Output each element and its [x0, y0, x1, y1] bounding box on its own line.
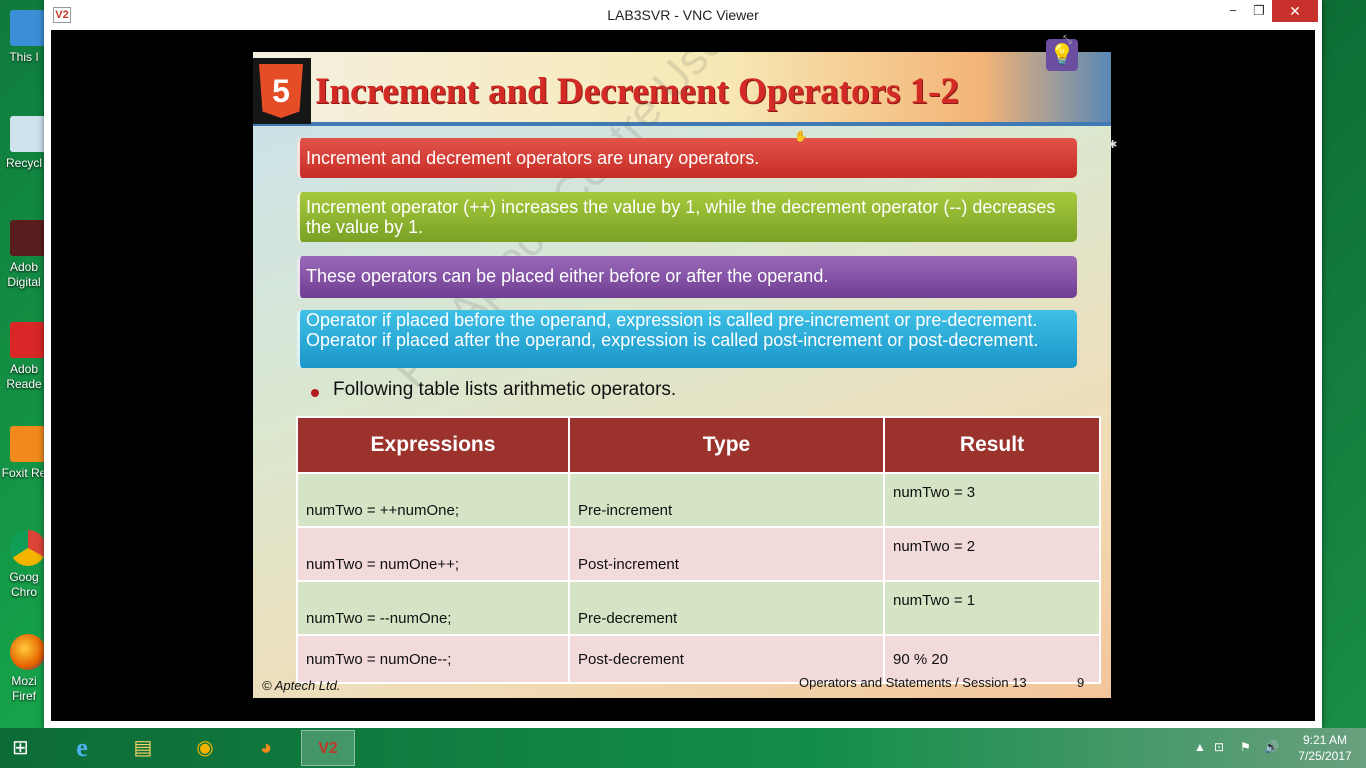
desktop-icon-adobe-digital[interactable]: Adob Digital — [0, 220, 48, 290]
desktop-icon-label: This I — [9, 50, 39, 64]
cell-result: numTwo = 3 — [883, 472, 1101, 528]
note-pre-post: Operator if placed before the operand, e… — [297, 310, 1077, 368]
recycle-bin-icon — [10, 116, 46, 152]
html5-shield-icon: 5 — [259, 64, 303, 118]
internet-explorer-icon[interactable]: e — [55, 730, 109, 766]
computer-icon — [10, 10, 46, 46]
hand-cursor-icon: ✋ — [794, 131, 808, 143]
page-number: 9 — [1077, 675, 1085, 690]
desktop-icon-adobe-reader[interactable]: Adob Reade — [0, 322, 48, 392]
windows-start-button[interactable]: ⊞ — [12, 737, 38, 759]
cell-expression: numTwo = numOne--; — [296, 634, 570, 684]
desktop-icon-this-pc[interactable]: This I — [0, 10, 48, 65]
table-header-row: Expressions Type Result — [296, 416, 1101, 474]
minimize-button[interactable]: − — [1220, 0, 1246, 22]
cell-type: Post-increment — [568, 526, 885, 582]
note-unary: Increment and decrement operators are un… — [297, 138, 1077, 178]
network-icon[interactable]: ⊡ — [1214, 740, 1224, 754]
desktop-icon-label: Foxit Re — [1, 466, 47, 480]
google-chrome-icon — [10, 530, 46, 566]
desktop-icon-label: Goog Chro — [9, 570, 39, 599]
desktop-icon-chrome[interactable]: Goog Chro — [0, 530, 48, 600]
operators-table: Expressions Type Result numTwo = ++numOn… — [296, 416, 1101, 684]
table-row: numTwo = --numOne; Pre-decrement numTwo … — [296, 580, 1101, 636]
note-increase-decrease: Increment operator (++) increases the va… — [297, 192, 1077, 242]
cell-result: numTwo = 2 — [883, 526, 1101, 582]
header-divider — [253, 122, 1111, 126]
note-placement: These operators can be placed either bef… — [297, 256, 1077, 298]
maximize-button[interactable]: ❐ — [1246, 0, 1272, 22]
remote-desktop-viewport[interactable]: 5 Increment and Decrement Operators 1-2 … — [51, 30, 1315, 721]
desktop-icon-recycle-bin[interactable]: Recycl — [0, 116, 48, 171]
table-row: numTwo = ++numOne; Pre-increment numTwo … — [296, 472, 1101, 528]
presentation-slide: 5 Increment and Decrement Operators 1-2 … — [253, 52, 1111, 698]
window-titlebar[interactable]: V2 LAB3SVR - VNC Viewer − ❐ ✕ — [44, 0, 1322, 30]
cell-result: numTwo = 1 — [883, 580, 1101, 636]
action-center-flag-icon[interactable]: ⚑ — [1240, 740, 1251, 754]
header-result: Result — [883, 416, 1101, 474]
cell-type: Pre-increment — [568, 472, 885, 528]
bullet-icon — [311, 389, 319, 397]
header-type: Type — [568, 416, 885, 474]
cell-type: Pre-decrement — [568, 580, 885, 636]
file-explorer-icon[interactable]: ▤ — [116, 730, 170, 766]
lightbulb-icon[interactable]: 💡 — [1046, 39, 1078, 71]
adobe-digital-editions-icon — [10, 220, 46, 256]
window-title: LAB3SVR - VNC Viewer — [607, 7, 759, 23]
volume-icon[interactable]: 🔊 — [1264, 740, 1279, 754]
close-button[interactable]: ✕ — [1272, 0, 1318, 22]
system-clock[interactable]: 9:21 AM 7/25/2017 — [1294, 732, 1356, 764]
slide-title: Increment and Decrement Operators 1-2 — [315, 71, 959, 112]
desktop-icon-foxit[interactable]: Foxit Re — [0, 426, 48, 481]
cursor-icon: ✱ — [1108, 139, 1118, 151]
show-hidden-icons-icon[interactable]: ▲ — [1194, 740, 1206, 754]
cell-expression: numTwo = ++numOne; — [296, 472, 570, 528]
desktop-icon-label: Adob Digital — [7, 260, 41, 289]
firefox-icon[interactable]: ◕ — [239, 730, 293, 766]
cell-expression: numTwo = --numOne; — [296, 580, 570, 636]
html5-logo: 5 — [253, 58, 311, 124]
vnc-viewer-window: V2 LAB3SVR - VNC Viewer − ❐ ✕ 5 Incremen… — [44, 0, 1322, 728]
cell-expression: numTwo = numOne++; — [296, 526, 570, 582]
table-row: numTwo = numOne++; Post-increment numTwo… — [296, 526, 1101, 582]
firefox-icon — [10, 634, 46, 670]
header-expressions: Expressions — [296, 416, 570, 474]
desktop-icon-firefox[interactable]: Mozi Firef — [0, 634, 48, 704]
collapse-icon[interactable]: ⤡ — [1063, 34, 1072, 47]
adobe-reader-icon — [10, 322, 46, 358]
desktop-icon-label: Adob Reade — [6, 362, 42, 391]
vnc-viewer-taskbar-icon[interactable]: V2 — [301, 730, 355, 766]
footer-copyright: © Aptech Ltd. — [262, 678, 341, 693]
desktop-icon-label: Mozi Firef — [11, 674, 37, 703]
foxit-reader-icon — [10, 426, 46, 462]
footer-session: Operators and Statements / Session 13 — [799, 675, 1027, 690]
clock-date: 7/25/2017 — [1298, 749, 1352, 763]
taskbar: ⊞ e ▤ ◉ ◕ V2 ▲ ⊡ ⚑ 🔊 9:21 AM 7/25/2017 — [0, 728, 1366, 768]
desktop-icon-label: Recycl — [5, 156, 42, 170]
google-chrome-icon[interactable]: ◉ — [178, 730, 232, 766]
bullet-text: Following table lists arithmetic operato… — [333, 379, 677, 400]
clock-time: 9:21 AM — [1302, 733, 1348, 747]
